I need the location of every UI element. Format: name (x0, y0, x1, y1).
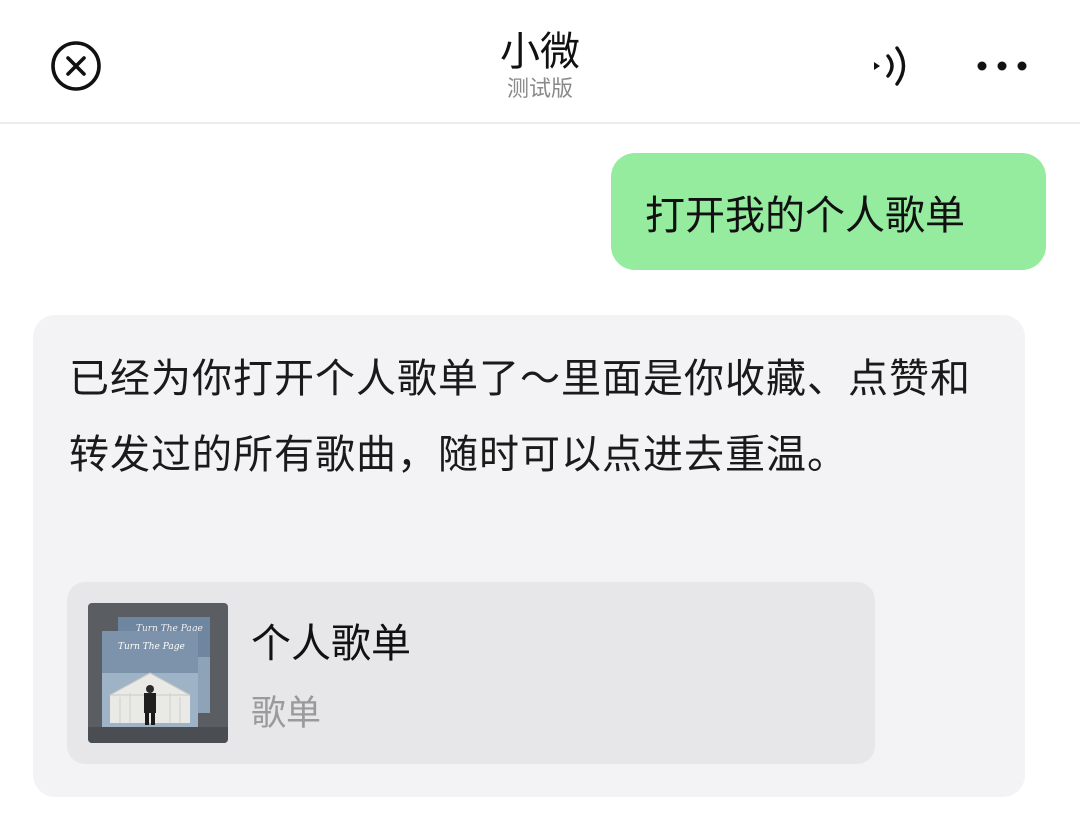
cover-text-front: Turn The Page (118, 642, 185, 652)
top-bar: 小微 测试版 (0, 0, 1080, 124)
playlist-card-title: 个人歌单 (251, 621, 411, 667)
speaker-icon (874, 46, 906, 86)
album-art-icon: Turn The Page Turn The Page (88, 603, 228, 743)
user-message-text: 打开我的个人歌单 (645, 192, 965, 239)
playlist-cover-image: Turn The Page Turn The Page (88, 603, 228, 743)
page-title: 小微 (500, 29, 580, 75)
title-block: 小微 测试版 (0, 28, 1080, 104)
more-dots-icon (977, 61, 1027, 71)
assistant-message-bubble: 已经为你打开个人歌单了～里面是你收藏、点赞和转发过的所有歌曲，随时可以点进去重温… (33, 315, 1025, 797)
assistant-message-text: 已经为你打开个人歌单了～里面是你收藏、点赞和转发过的所有歌曲，随时可以点进去重温… (69, 356, 971, 478)
user-message-bubble: 打开我的个人歌单 (611, 153, 1046, 270)
audio-button[interactable] (868, 40, 916, 92)
more-button[interactable] (972, 52, 1032, 80)
playlist-card-type: 歌单 (251, 694, 322, 734)
page-subtitle: 测试版 (506, 77, 573, 102)
playlist-card[interactable]: Turn The Page Turn The Page 个人歌单 歌单 (67, 582, 875, 764)
chat-screen: 小微 测试版 打开我的个人歌单 已经为你打开个人歌单了～里面是你收藏、点赞和转发… (0, 0, 1080, 835)
